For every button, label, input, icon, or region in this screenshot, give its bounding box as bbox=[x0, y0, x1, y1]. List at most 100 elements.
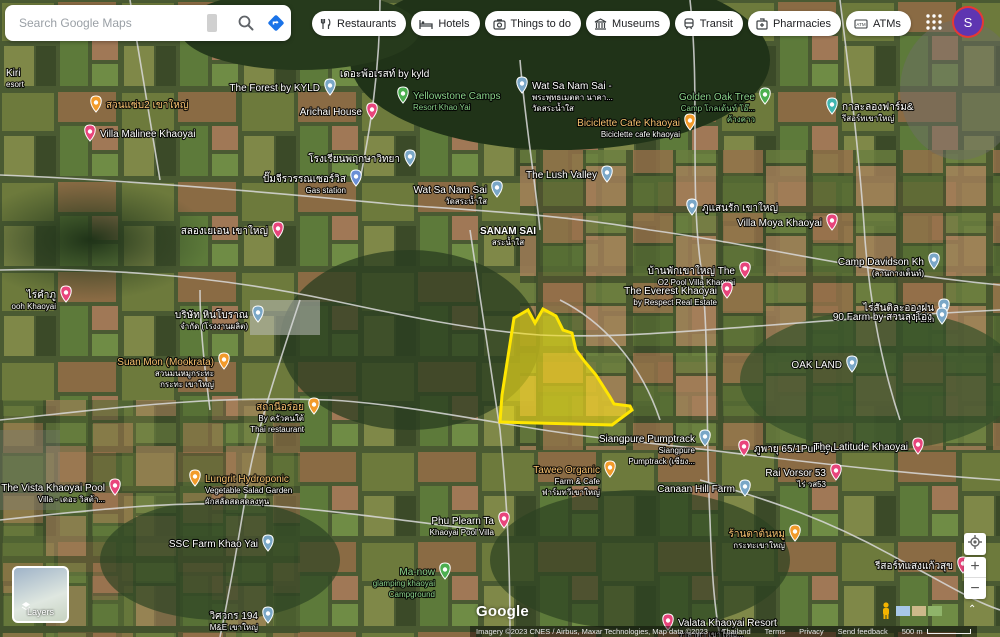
privacy-link[interactable]: Privacy bbox=[799, 627, 824, 636]
poi-label[interactable]: Wat Sa Nam Sai bbox=[412, 184, 488, 197]
search-icon[interactable] bbox=[231, 5, 261, 41]
poi-label[interactable]: ปั๊มจีรวรรณเซอร์วิส bbox=[262, 170, 347, 186]
poi-label[interactable]: สวนมนหมูกระทะ bbox=[154, 368, 215, 380]
poi-label[interactable]: esort bbox=[5, 79, 26, 90]
poi-label[interactable]: พระพุทธเมตตา นาคา... bbox=[531, 92, 614, 103]
poi-label[interactable]: Kiri bbox=[5, 67, 22, 80]
poi-label[interactable]: เดอะพ้อเรสท์ by kyld bbox=[339, 67, 430, 81]
poi-label[interactable]: Yellowstone Camps bbox=[412, 90, 502, 103]
poi-label[interactable]: The Latitude Khaoyai bbox=[812, 441, 909, 454]
poi-label[interactable]: 90 Farm by สวนลุงโอ่ง bbox=[832, 309, 933, 324]
poi-label[interactable]: The Vista Khaoyai Pool bbox=[0, 482, 106, 495]
poi-label[interactable]: Golden Oak Tree bbox=[678, 91, 757, 104]
poi-label[interactable]: วัดสระน้ำใส bbox=[531, 101, 575, 114]
search-input[interactable] bbox=[5, 5, 207, 41]
poi-label[interactable]: Villa Malinee Khaoyai bbox=[99, 128, 197, 141]
poi-label[interactable]: Campground bbox=[388, 589, 436, 600]
poi-label[interactable]: เดอะพ้อเรสท์ by kyld bbox=[339, 67, 430, 81]
poi-label[interactable]: Lungrit Hydroponic bbox=[204, 473, 290, 486]
poi-label[interactable]: Phu Plearn Ta bbox=[430, 515, 495, 528]
directions-icon[interactable] bbox=[261, 5, 291, 41]
poi-label[interactable]: Gas station bbox=[304, 185, 347, 196]
poi-label[interactable]: The Everest Khaoyai bbox=[623, 285, 718, 298]
poi-label[interactable]: ฟาร์มทวีเขาใหญ่ bbox=[541, 486, 602, 498]
poi-label[interactable]: Wat Sa Nam Sai - bbox=[531, 80, 613, 93]
poi-label[interactable]: Ma-now bbox=[398, 566, 437, 579]
poi-label[interactable]: ภูแสนรัก เขาใหญ่ bbox=[701, 201, 779, 215]
poi-label[interactable]: กระทะเขาใหญ่ bbox=[732, 540, 786, 551]
poi-label[interactable]: Rai Vorsor 53 bbox=[764, 467, 827, 480]
poi-label[interactable]: Arichai House bbox=[299, 106, 364, 119]
poi-label[interactable]: รีสอร์ทแสงแก้วสุข bbox=[873, 559, 954, 573]
thumbnail[interactable] bbox=[928, 606, 942, 616]
poi-label[interactable]: Siangpure bbox=[657, 445, 696, 456]
poi-label[interactable]: Resort Khao Yai bbox=[412, 102, 472, 113]
poi-pink[interactable]: The Everest Khaoyaiby Respect Real Estat… bbox=[623, 281, 733, 308]
poi-label[interactable]: glamping khaoyai bbox=[372, 578, 437, 589]
account-avatar[interactable]: S bbox=[954, 8, 982, 36]
zoom-in-button[interactable]: + bbox=[964, 557, 986, 578]
poi-label[interactable]: Villa Moya Khaoyai bbox=[736, 217, 823, 230]
poi-label[interactable]: สถานีอร่อย bbox=[255, 400, 305, 414]
poi-label[interactable]: Tawee Organic bbox=[532, 464, 601, 477]
poi-label[interactable]: Pumptrack (เซียง... bbox=[627, 456, 696, 467]
poi-label[interactable]: สวนแซ่บ2 เขาใหญ่ bbox=[105, 98, 190, 112]
poi-label[interactable]: ooh Khaoyai bbox=[10, 301, 57, 312]
poi-label[interactable]: กาละลองฟาร์ม& bbox=[841, 100, 915, 114]
poi-label[interactable]: Biciclette Cafe Khaoyai bbox=[576, 117, 681, 130]
poi-label[interactable]: The Forest by KYLD bbox=[228, 82, 321, 95]
poi-label[interactable]: SSC Farm Khao Yai bbox=[168, 538, 259, 551]
poi-label[interactable]: Canaan Hill Farm bbox=[656, 483, 736, 496]
chip-restaurants[interactable]: Restaurants bbox=[312, 11, 407, 36]
expand-icon[interactable]: ⌃ bbox=[968, 604, 976, 615]
poi-label[interactable]: The Lush Valley bbox=[525, 169, 598, 182]
poi-label[interactable]: Villa - เดอะ วิสต้า... bbox=[37, 494, 106, 505]
zoom-out-button[interactable]: − bbox=[964, 578, 986, 599]
feedback-link[interactable]: Send feedback bbox=[838, 627, 888, 636]
poi-label[interactable]: by Respect Real Estate bbox=[632, 297, 718, 308]
chip-transit[interactable]: Transit bbox=[674, 11, 743, 36]
poi-label[interactable]: Suan Mon (Mookrata) bbox=[116, 356, 215, 369]
poi-label[interactable]: รีสอร์ทเขาใหญ่ bbox=[840, 112, 895, 124]
poi-label[interactable]: วัดสระน้ำใส bbox=[444, 194, 488, 207]
poi-label[interactable]: Thai restaurant bbox=[249, 424, 306, 435]
pegman-icon[interactable] bbox=[880, 602, 892, 620]
poi-label[interactable]: Khaoyai Pool Villa bbox=[429, 527, 496, 538]
apps-grid-icon[interactable] bbox=[925, 13, 943, 31]
poi-label[interactable]: วิศวกร 194 bbox=[208, 610, 259, 623]
search-box[interactable] bbox=[5, 5, 291, 41]
poi-label[interactable]: Camp โกลเด้นท์ โอ๊... bbox=[680, 102, 756, 114]
thumbnail[interactable] bbox=[912, 606, 926, 616]
chip-hotels[interactable]: Hotels bbox=[411, 11, 480, 36]
poi-label[interactable]: ไร่ วส53 bbox=[795, 479, 828, 490]
thumbnail[interactable] bbox=[896, 606, 910, 616]
poi-label[interactable]: OAK LAND bbox=[790, 359, 843, 372]
imagery-thumbnails[interactable] bbox=[896, 606, 942, 616]
poi-label[interactable]: ผักสลัดสดสดลงทุน bbox=[204, 496, 271, 507]
country-link[interactable]: Thailand bbox=[722, 627, 751, 636]
chip-museums[interactable]: Museums bbox=[586, 11, 670, 36]
poi-label[interactable]: Siangpure Pumptrack bbox=[598, 433, 697, 446]
terms-link[interactable]: Terms bbox=[765, 627, 785, 636]
scale-bar[interactable]: 500 m bbox=[902, 627, 971, 636]
chip-atms[interactable]: ATM ATMs bbox=[846, 11, 911, 36]
chip-things-to-do[interactable]: Things to do bbox=[484, 11, 582, 36]
poi-label[interactable]: สลองเยเอน เขาใหญ่ bbox=[180, 224, 270, 238]
poi-label[interactable]: Biciclette cafe khaoyai bbox=[600, 129, 682, 140]
poi-label[interactable]: บ้านพักเขาใหญ่ The bbox=[647, 264, 737, 278]
layers-button[interactable]: Layers bbox=[12, 566, 69, 623]
poi-label[interactable]: บริษัท หินโบราณ bbox=[174, 307, 249, 322]
chip-pharmacies[interactable]: Pharmacies bbox=[747, 11, 842, 36]
poi-label[interactable]: Vegetable Salad Garden bbox=[204, 485, 293, 496]
poi-label[interactable]: กระทะ เขาใหญ่ bbox=[159, 379, 215, 390]
poi-label[interactable]: ร้านตาต้นหมู bbox=[727, 527, 786, 541]
poi-label[interactable]: (ลานกางเต็นท์) bbox=[871, 267, 926, 279]
poi-label[interactable]: โรงเรียนพฤกษาวิทยา bbox=[307, 151, 401, 166]
poi-label[interactable]: M&E เขาใหญ่ bbox=[209, 622, 260, 633]
poi-label[interactable]: สระน้ำใส bbox=[491, 235, 526, 248]
my-location-button[interactable] bbox=[964, 533, 986, 555]
satellite-map[interactable]: เดอะพ้อเรสท์ by kyld The Forest by KYLD Ar… bbox=[0, 0, 1000, 637]
poi-label[interactable]: ค้างคาว bbox=[726, 114, 756, 125]
poi-label[interactable]: จำกัด (โรงงานผลิต) bbox=[179, 320, 249, 332]
poi-label[interactable]: Farm & Cafe bbox=[554, 476, 602, 487]
